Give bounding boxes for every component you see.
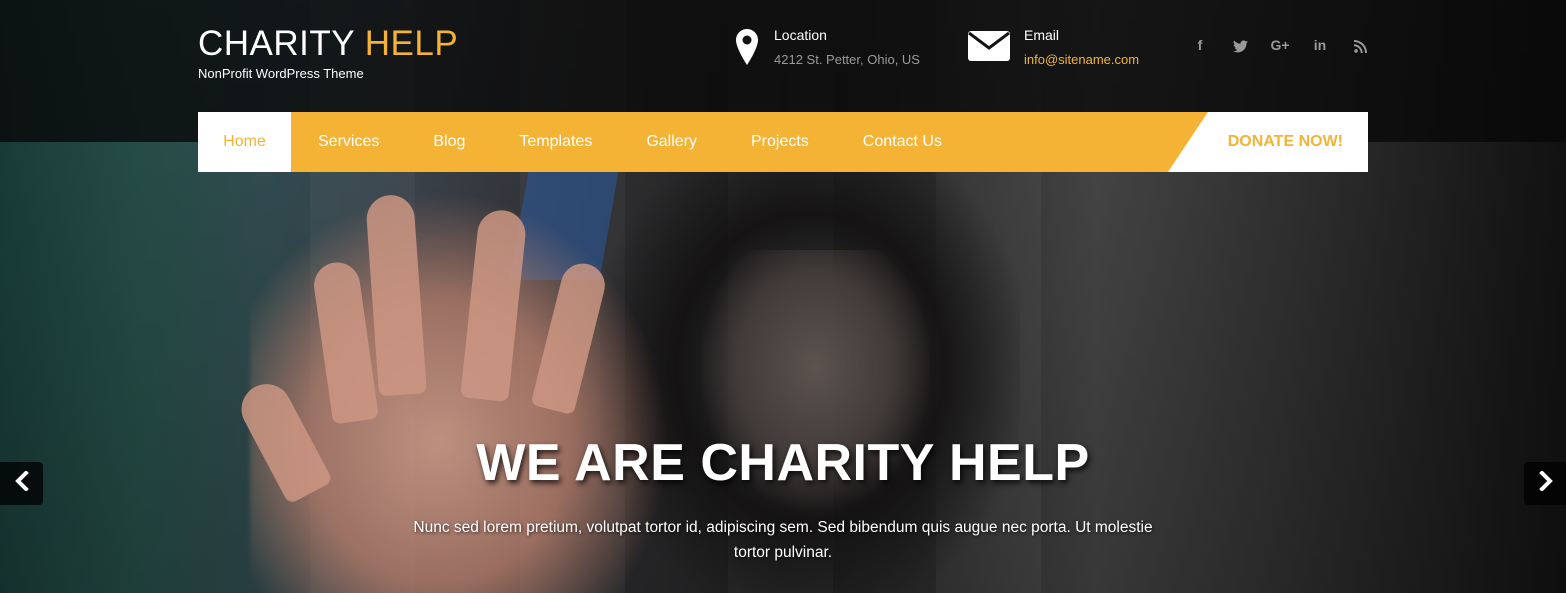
nav-item-templates[interactable]: Templates <box>492 112 619 172</box>
nav-item-contact-us[interactable]: Contact Us <box>836 112 969 172</box>
hero-subtitle: Nunc sed lorem pretium, volutpat tortor … <box>413 519 1153 561</box>
facebook-icon[interactable]: f <box>1180 34 1220 56</box>
chevron-right-icon <box>1538 470 1554 496</box>
location-value: 4212 St. Petter, Ohio, US <box>774 52 920 67</box>
social-links: f G+ in <box>1180 34 1380 56</box>
nav-item-blog[interactable]: Blog <box>406 112 492 172</box>
google-plus-icon[interactable]: G+ <box>1260 34 1300 56</box>
map-pin-icon <box>736 29 758 70</box>
logo-title-main: CHARITY <box>198 24 355 63</box>
donate-now-label: DONATE NOW! <box>1227 133 1343 150</box>
hero-title: WE ARE CHARITY HELP <box>476 434 1090 492</box>
twitter-icon[interactable] <box>1220 34 1260 56</box>
rss-icon[interactable] <box>1340 34 1380 56</box>
nav-item-gallery[interactable]: Gallery <box>619 112 724 172</box>
nav-menu: Home Services Blog Templates Gallery Pro… <box>198 112 969 172</box>
slider-prev-button[interactable] <box>0 462 43 505</box>
email-label: Email <box>1024 27 1060 43</box>
main-navigation: Home Services Blog Templates Gallery Pro… <box>198 112 1368 172</box>
logo-title: CHARITY HELP <box>198 24 458 64</box>
location-label: Location <box>774 27 827 43</box>
slider-next-button[interactable] <box>1524 462 1566 505</box>
envelope-icon <box>968 29 1010 66</box>
nav-item-services[interactable]: Services <box>291 112 406 172</box>
chevron-left-icon <box>14 470 30 496</box>
nav-item-projects[interactable]: Projects <box>724 112 836 172</box>
site-logo[interactable]: CHARITY HELP NonProfit WordPress Theme <box>198 24 458 81</box>
donate-now-button[interactable]: DONATE NOW! <box>1168 112 1368 172</box>
logo-title-accent: HELP <box>364 24 459 63</box>
nav-item-home[interactable]: Home <box>198 112 291 172</box>
linkedin-icon[interactable]: in <box>1300 34 1340 56</box>
email-link[interactable]: info@sitename.com <box>1024 52 1139 67</box>
logo-tagline: NonProfit WordPress Theme <box>198 66 364 81</box>
